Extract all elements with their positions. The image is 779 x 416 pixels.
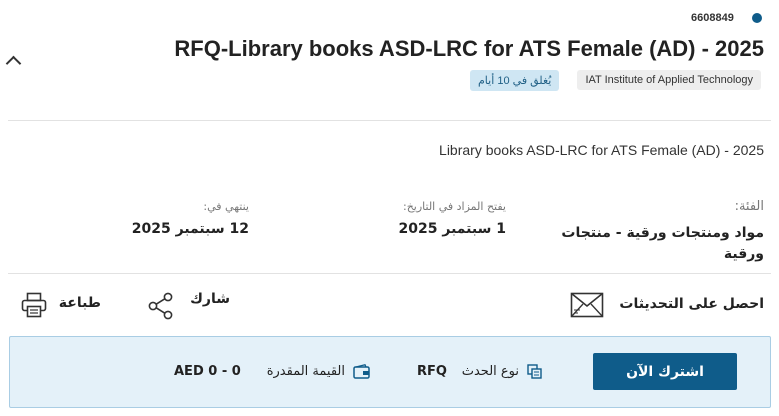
tender-description: Library books ASD-LRC for ATS Female (AD… — [439, 142, 764, 158]
opens-date: 1 سبتمبر 2025 — [398, 221, 506, 237]
opens-label: يفتح المزاد في التاريخ: — [402, 200, 506, 213]
share-label: شارك — [190, 291, 230, 307]
event-type-icon — [527, 364, 542, 379]
printer-icon — [21, 292, 47, 318]
share-button[interactable]: شارك — [148, 287, 230, 323]
event-type-label: نوع الحدث — [461, 364, 519, 379]
subscribe-button-label: اشترك الآن — [626, 363, 704, 380]
envelope-icon — [570, 292, 604, 318]
organization-tag: IAT Institute of Applied Technology — [577, 70, 761, 90]
print-button[interactable]: طباعة — [21, 288, 101, 322]
ends-label: ينتهي في: — [203, 200, 249, 213]
estimated-value: القيمة المقدرة AED 0 - 0 — [170, 362, 370, 382]
tender-title[interactable]: RFQ-Library books ASD-LRC for ATS Female… — [174, 36, 764, 62]
divider — [8, 120, 771, 121]
estimated-value-amount: AED 0 - 0 — [174, 364, 241, 379]
print-label: طباعة — [58, 295, 101, 311]
divider — [8, 273, 771, 274]
estimated-value-label: القيمة المقدرة — [266, 364, 345, 379]
ends-date: 12 سبتمبر 2025 — [131, 221, 249, 237]
event-type-value: RFQ — [417, 364, 447, 379]
share-icon — [148, 292, 173, 320]
event-type: نوع الحدث RFQ — [413, 362, 543, 382]
collapse-chevron-icon[interactable] — [5, 55, 22, 72]
subscription-panel: اشترك الآن نوع الحدث RFQ القيمة المقدرة … — [9, 336, 771, 408]
category-label: الفئة: — [734, 199, 764, 214]
wallet-icon — [353, 364, 370, 379]
status-dot — [752, 13, 762, 23]
get-updates-label: احصل على التحديثات — [619, 296, 764, 312]
get-updates-button[interactable]: احصل على التحديثات — [570, 288, 764, 322]
closing-badge: يُغلق في 10 أيام — [470, 70, 560, 91]
subscribe-button[interactable]: اشترك الآن — [593, 353, 737, 390]
tender-id: 6608849 — [691, 12, 734, 24]
category-value: مواد ومنتجات ورقية - منتجات ورقية — [561, 225, 764, 262]
